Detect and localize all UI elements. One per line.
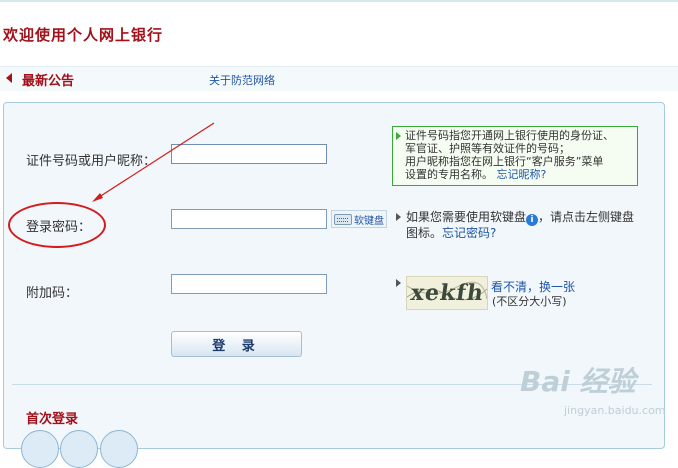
- annotation-arrow-head: [92, 193, 103, 202]
- annotation-arrow: [92, 122, 215, 202]
- annotation-arrow-line: [95, 122, 215, 200]
